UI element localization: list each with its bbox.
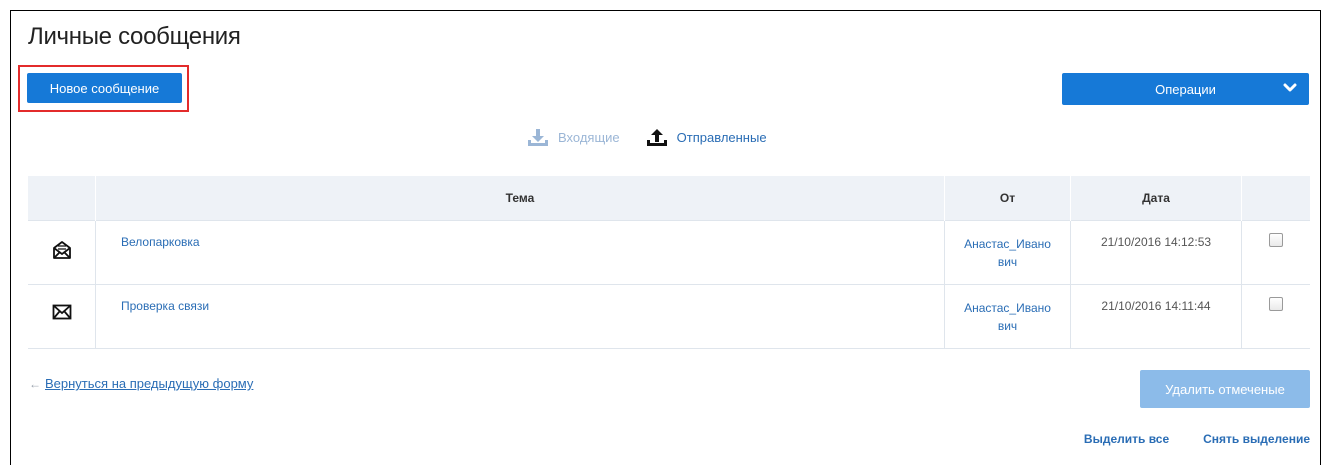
header-select — [1241, 176, 1310, 221]
folder-sent-label: Отправленные — [676, 129, 767, 145]
new-message-button[interactable]: Новое сообщение — [27, 73, 182, 103]
select-all-link[interactable]: Выделить все — [1084, 432, 1169, 446]
sender-name-line2: вич — [997, 319, 1018, 333]
folder-switcher: Входящие Отправленные — [527, 128, 767, 146]
header-subject: Тема — [95, 176, 945, 221]
row-icon-cell — [28, 220, 96, 285]
row-checkbox[interactable] — [1269, 297, 1283, 311]
chevron-down-icon — [1283, 83, 1297, 92]
sender-link[interactable]: Анастас_Ивано вич — [964, 301, 1051, 333]
sender-name-line1: Анастас_Ивано — [964, 237, 1051, 251]
back-link-label: Вернуться на предыдущую форму — [45, 376, 254, 391]
operations-label: Операции — [1155, 81, 1216, 97]
envelope-closed-icon — [52, 304, 71, 320]
row-checkbox-cell — [1241, 220, 1310, 285]
upload-tray-icon — [646, 129, 667, 146]
delete-selected-button[interactable]: Удалить отмеченые — [1140, 370, 1310, 408]
operations-dropdown-button[interactable]: Операции — [1062, 73, 1309, 105]
table-header-row: Тема От Дата — [28, 176, 1310, 221]
message-subject-link[interactable]: Велопарковка — [121, 235, 200, 249]
row-date-cell: 21/10/2016 14:11:44 — [1070, 284, 1242, 349]
deselect-all-link[interactable]: Снять выделение — [1203, 432, 1310, 446]
table-row[interactable]: Велопарковка Анастас_Ивано вич 21/10/201… — [28, 220, 1310, 285]
arrow-left-icon: ← — [29, 376, 41, 391]
message-subject-link[interactable]: Проверка связи — [121, 299, 209, 313]
header-from: От — [944, 176, 1071, 221]
page-title: Личные сообщения — [28, 23, 241, 50]
folder-inbox[interactable]: Входящие — [527, 128, 620, 146]
row-from-cell: Анастас_Ивано вич — [944, 220, 1071, 285]
row-from-cell: Анастас_Ивано вич — [944, 284, 1071, 349]
row-checkbox[interactable] — [1269, 233, 1283, 247]
row-subject-cell: Велопарковка — [95, 220, 945, 285]
row-checkbox-cell — [1241, 284, 1310, 349]
header-date: Дата — [1070, 176, 1242, 221]
row-icon-cell — [28, 284, 96, 349]
folder-inbox-label: Входящие — [558, 129, 620, 145]
table-row[interactable]: Проверка связи Анастас_Ивано вич 21/10/2… — [28, 284, 1310, 349]
row-subject-cell: Проверка связи — [95, 284, 945, 349]
sender-name-line2: вич — [997, 255, 1018, 269]
header-icon — [28, 176, 96, 221]
sender-name-line1: Анастас_Ивано — [964, 301, 1051, 315]
messages-table: Тема От Дата Велопарковка Анастас_Ивано — [28, 176, 1310, 349]
back-link[interactable]: ← Вернуться на предыдущую форму — [29, 376, 253, 391]
envelope-open-icon — [52, 241, 71, 259]
folder-sent[interactable]: Отправленные — [646, 128, 767, 146]
selection-links: Выделить все Снять выделение — [1084, 432, 1310, 446]
sender-link[interactable]: Анастас_Ивано вич — [964, 237, 1051, 269]
download-tray-icon — [528, 129, 548, 146]
row-date-cell: 21/10/2016 14:12:53 — [1070, 220, 1242, 285]
